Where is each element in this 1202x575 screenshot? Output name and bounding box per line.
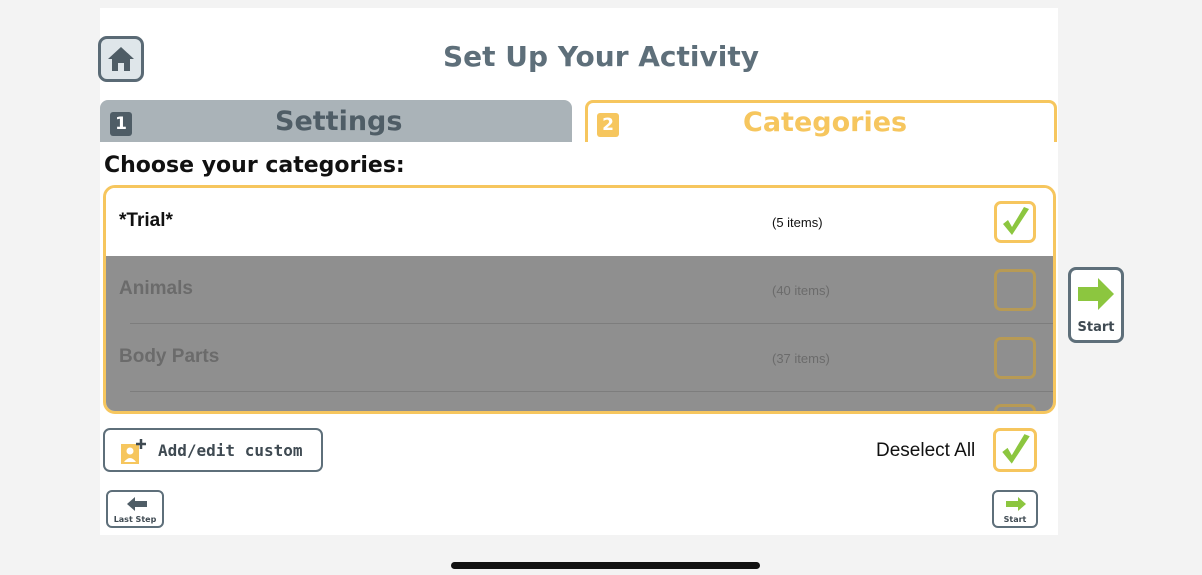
arrow-right-icon bbox=[1078, 278, 1114, 310]
category-row[interactable]: Body Parts (37 items) bbox=[106, 324, 1053, 392]
tab-number: 1 bbox=[110, 112, 132, 136]
category-count: (5 items) bbox=[772, 215, 823, 230]
category-list[interactable]: *Trial* (5 items) Animals (40 items) Bod… bbox=[103, 185, 1056, 414]
check-icon bbox=[1003, 207, 1029, 235]
categories-heading: Choose your categories: bbox=[104, 153, 405, 178]
tab-number: 2 bbox=[597, 113, 619, 137]
tab-settings[interactable]: 1 Settings bbox=[100, 100, 572, 142]
tab-categories[interactable]: 2 Categories bbox=[585, 100, 1057, 142]
deselect-all-label: Deselect All bbox=[876, 440, 976, 461]
last-step-button[interactable]: Last Step bbox=[106, 490, 164, 528]
category-name: Animals bbox=[119, 278, 193, 299]
category-checkbox[interactable] bbox=[994, 404, 1036, 411]
category-name: *Trial* bbox=[119, 210, 173, 231]
category-count: (37 items) bbox=[772, 351, 830, 366]
check-icon bbox=[1002, 434, 1030, 464]
arrow-right-icon bbox=[1006, 497, 1026, 511]
add-edit-custom-button[interactable]: Add/edit custom bbox=[103, 428, 323, 472]
home-indicator[interactable] bbox=[451, 562, 760, 569]
tab-label: Settings bbox=[275, 106, 403, 137]
start-button-side[interactable]: Start bbox=[1068, 267, 1124, 343]
page-title: Set Up Your Activity bbox=[443, 40, 759, 73]
category-count: (40 items) bbox=[772, 283, 830, 298]
add-edit-custom-label: Add/edit custom bbox=[158, 441, 303, 460]
start-label: Start bbox=[1003, 515, 1027, 524]
category-name: Body Parts bbox=[119, 346, 220, 367]
last-step-label: Last Step bbox=[113, 515, 157, 524]
deselect-all-checkbox[interactable] bbox=[993, 428, 1037, 472]
category-row-partial[interactable] bbox=[106, 392, 1053, 411]
arrow-left-icon bbox=[127, 497, 147, 511]
person-plus-icon bbox=[121, 439, 146, 464]
category-checkbox[interactable] bbox=[994, 269, 1036, 311]
category-row[interactable]: *Trial* (5 items) bbox=[106, 188, 1053, 256]
start-button-bottom[interactable]: Start bbox=[992, 490, 1038, 528]
category-row[interactable]: Animals (40 items) bbox=[106, 256, 1053, 324]
category-checkbox[interactable] bbox=[994, 201, 1036, 243]
start-label: Start bbox=[1077, 320, 1115, 335]
category-checkbox[interactable] bbox=[994, 337, 1036, 379]
tab-label: Categories bbox=[743, 107, 908, 138]
